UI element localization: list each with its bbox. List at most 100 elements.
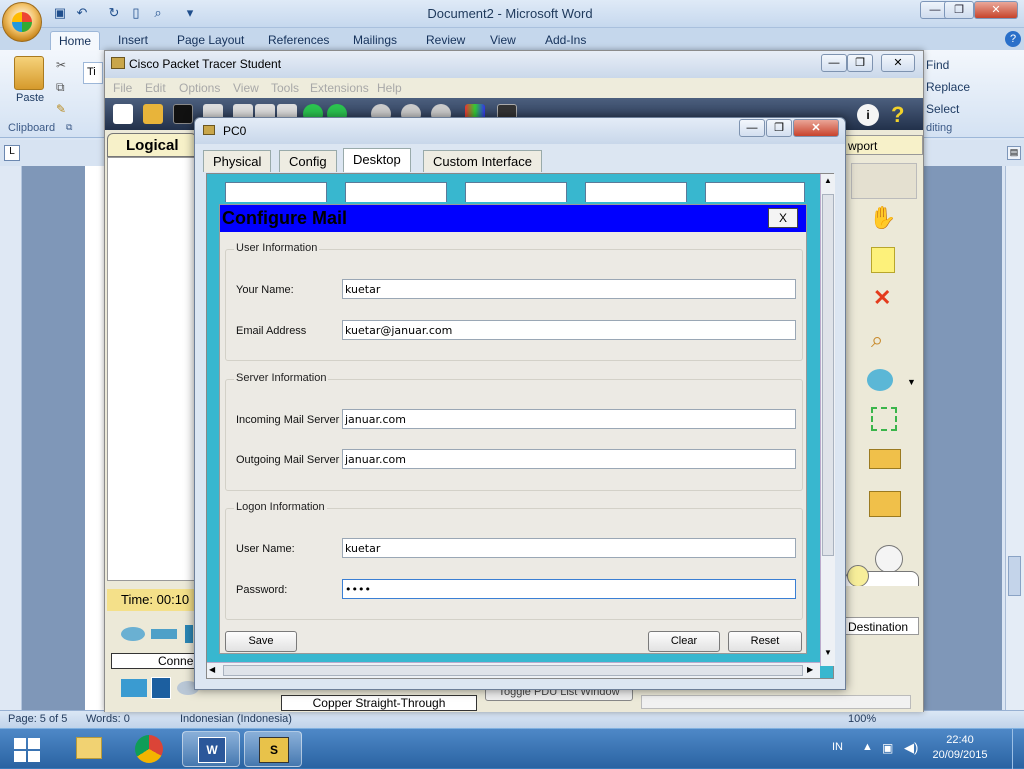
end-devices-icon[interactable]: [121, 679, 147, 697]
add-complex-pdu-icon[interactable]: [869, 491, 901, 517]
format-painter-icon[interactable]: ✎: [56, 102, 66, 116]
chrome-taskbar-button[interactable]: [120, 731, 178, 767]
your-name-field[interactable]: kuetar: [342, 279, 796, 299]
packet-tracer-taskbar-button[interactable]: S: [244, 731, 302, 767]
switch-category-icon[interactable]: [151, 629, 177, 639]
word-close-button[interactable]: ✕: [974, 1, 1018, 19]
menu-edit[interactable]: Edit: [145, 81, 166, 95]
menu-extensions[interactable]: Extensions: [310, 81, 369, 95]
input-language[interactable]: IN: [832, 741, 843, 753]
office-button[interactable]: [2, 2, 42, 42]
mail-close-button[interactable]: X: [768, 208, 798, 228]
simulation-mode-icon[interactable]: [875, 545, 903, 573]
scroll-up-icon[interactable]: ▲: [822, 176, 834, 188]
volume-icon[interactable]: ◀): [904, 740, 918, 756]
desktop-vertical-scrollbar[interactable]: ▲ ▼: [820, 174, 835, 666]
status-language[interactable]: Indonesian (Indonesia): [180, 713, 292, 725]
open-file-icon[interactable]: [143, 104, 163, 124]
wan-emulation-icon[interactable]: [151, 677, 171, 699]
redo-icon[interactable]: ↻: [106, 5, 122, 21]
info-icon[interactable]: i: [857, 104, 879, 126]
router-category-icon[interactable]: [121, 627, 145, 641]
tab-references[interactable]: References: [260, 31, 337, 50]
tab-custom-interface[interactable]: Custom Interface: [423, 150, 542, 172]
tray-arrow-icon[interactable]: ▲: [862, 741, 873, 753]
pc0-close-button[interactable]: ✕: [793, 119, 839, 137]
resize-shape-icon[interactable]: [871, 407, 897, 431]
outgoing-mail-server-field[interactable]: januar.com: [342, 449, 796, 469]
menu-help[interactable]: Help: [377, 81, 402, 95]
zoom-level[interactable]: 100%: [848, 713, 876, 725]
add-simple-pdu-icon[interactable]: [869, 449, 901, 469]
help-icon[interactable]: ?: [1005, 31, 1021, 47]
help-question-icon[interactable]: ?: [891, 102, 904, 128]
pdu-list-scrollbar[interactable]: [641, 695, 911, 709]
show-desktop-button[interactable]: [1012, 729, 1024, 769]
status-page[interactable]: Page: 5 of 5: [8, 713, 67, 725]
network-icon[interactable]: ▣: [882, 741, 893, 755]
tab-home[interactable]: Home: [50, 31, 101, 50]
start-button[interactable]: [14, 738, 40, 762]
select-tool-icon[interactable]: [851, 163, 917, 199]
system-clock[interactable]: 22:40 20/09/2015: [930, 733, 990, 763]
menu-view[interactable]: View: [233, 81, 259, 95]
clipboard-launcher-icon[interactable]: ⧉: [66, 122, 72, 133]
pt-close-button[interactable]: ✕: [881, 54, 915, 72]
tab-view[interactable]: View: [482, 31, 524, 50]
delete-icon[interactable]: ✕: [873, 285, 891, 311]
tab-review[interactable]: Review: [418, 31, 473, 50]
save-button[interactable]: Save: [225, 631, 297, 652]
find-button[interactable]: Find: [926, 58, 949, 72]
pc0-minimize-button[interactable]: —: [739, 119, 765, 137]
tab-add-ins[interactable]: Add-Ins: [537, 31, 594, 50]
desktop-app-icon-4[interactable]: [585, 182, 687, 202]
place-note-icon[interactable]: [871, 247, 895, 273]
word-maximize-button[interactable]: ❐: [944, 1, 974, 19]
paste-icon[interactable]: [14, 56, 44, 90]
pc0-maximize-button[interactable]: ❐: [766, 119, 792, 137]
menu-tools[interactable]: Tools: [271, 81, 299, 95]
tab-selector-icon[interactable]: L: [4, 145, 20, 161]
draw-shape-icon[interactable]: [867, 369, 893, 391]
status-words[interactable]: Words: 0: [86, 713, 130, 725]
shape-dropdown-icon[interactable]: ▼: [907, 377, 916, 387]
viewport-button[interactable]: wport: [845, 135, 923, 155]
user-name-field[interactable]: kuetar: [342, 538, 796, 558]
reset-button[interactable]: Reset: [728, 631, 802, 652]
inspect-icon[interactable]: ⌕: [871, 327, 883, 353]
logical-tab[interactable]: Logical: [107, 133, 197, 157]
replace-button[interactable]: Replace: [926, 80, 970, 94]
copy-icon[interactable]: ⧉: [56, 80, 65, 95]
tab-mailings[interactable]: Mailings: [345, 31, 405, 50]
pt-maximize-button[interactable]: ❐: [847, 54, 873, 72]
hub-category-icon[interactable]: [185, 625, 193, 643]
desktop-app-icon-3[interactable]: [465, 182, 567, 202]
new-file-icon[interactable]: [113, 104, 133, 124]
tab-insert[interactable]: Insert: [110, 31, 156, 50]
file-explorer-taskbar-button[interactable]: [60, 731, 118, 767]
select-button[interactable]: Select: [926, 102, 959, 116]
document-scroll-thumb[interactable]: [1008, 556, 1021, 596]
desktop-app-icon-2[interactable]: [345, 182, 447, 202]
tab-desktop[interactable]: Desktop: [343, 148, 411, 172]
new-document-icon[interactable]: ▯: [128, 5, 144, 21]
menu-options[interactable]: Options: [179, 81, 220, 95]
undo-icon[interactable]: ↶: [74, 5, 90, 21]
word-taskbar-button[interactable]: W: [182, 731, 240, 767]
save-file-icon[interactable]: [173, 104, 193, 124]
password-field[interactable]: ••••: [342, 579, 796, 599]
email-address-field[interactable]: kuetar@januar.com: [342, 320, 796, 340]
print-preview-icon[interactable]: ⌕: [150, 5, 166, 21]
cut-icon[interactable]: ✂: [56, 58, 66, 72]
desktop-hscroll-thumb[interactable]: [223, 665, 803, 676]
clear-button[interactable]: Clear: [648, 631, 720, 652]
desktop-app-icon-1[interactable]: [225, 182, 327, 202]
menu-file[interactable]: File: [113, 81, 132, 95]
save-icon[interactable]: ▣: [52, 5, 68, 21]
customize-qat-icon[interactable]: ▾: [182, 5, 198, 21]
tab-config[interactable]: Config: [279, 150, 337, 172]
desktop-app-icon-5[interactable]: [705, 182, 805, 202]
tab-page-layout[interactable]: Page Layout: [169, 31, 252, 50]
scroll-down-icon[interactable]: ▼: [822, 648, 834, 660]
desktop-horizontal-scrollbar[interactable]: ◀ ▶: [207, 662, 820, 678]
